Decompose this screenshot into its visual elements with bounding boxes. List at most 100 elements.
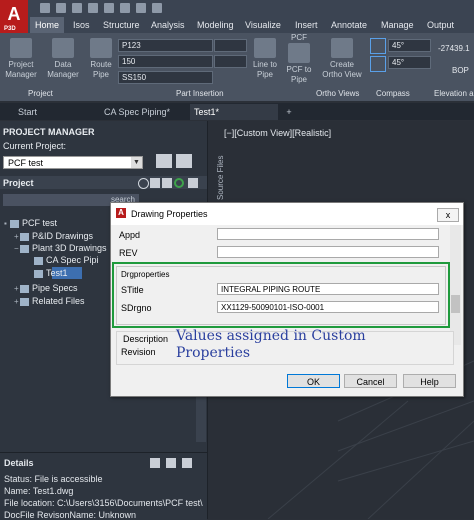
drawing-icon [34,256,43,265]
details-properties-icon[interactable] [166,458,176,468]
tab-insert[interactable]: Insert [290,17,323,33]
search-icon[interactable] [138,178,149,189]
rev-label: REV [119,248,138,258]
doc-tab-ca-spec-piping[interactable]: CA Spec Piping* [104,104,190,120]
viewport-controls[interactable]: [−][Custom View][Realistic] [224,128,331,138]
folder-icon [20,297,29,306]
size-filter-select[interactable] [214,55,247,68]
folder-icon [20,232,29,241]
rev-field[interactable] [217,246,439,258]
panel-label-elevation: Elevation a [434,89,474,98]
save-as-icon[interactable] [88,3,98,13]
tab-home[interactable]: Home [30,17,65,33]
drawing-icon [34,269,43,278]
highlight-box [112,262,450,328]
save-icon[interactable] [72,3,82,13]
undo-icon[interactable] [136,3,146,13]
tab-annotate[interactable]: Annotate [326,17,372,33]
tab-output[interactable]: Output [422,17,459,33]
line-to-pipe-button[interactable]: Line to Pipe [248,38,282,80]
copy-drawing-icon[interactable] [162,178,172,188]
new-icon[interactable] [40,3,50,13]
folder-icon [20,244,29,253]
tab-analysis[interactable]: Analysis [146,17,190,33]
tree-item-pid-drawings[interactable]: + P&ID Drawings [14,231,93,241]
current-project-label: Current Project: [3,141,67,151]
size-select[interactable]: 150 [118,55,213,68]
project-settings-icon[interactable] [176,154,192,168]
open-icon[interactable] [56,3,66,13]
revision-label: Revision [121,347,156,357]
route-pipe-button[interactable]: Route Pipe [86,38,116,80]
tab-isos[interactable]: Isos [68,17,95,33]
compass-toggle-icon[interactable] [370,38,386,54]
tab-manage[interactable]: Manage [376,17,419,33]
doc-tab-test1[interactable]: Test1* [190,104,278,120]
project-section-label: Project [3,178,34,188]
create-ortho-view-button[interactable]: Create Ortho View [322,38,362,80]
autocad-icon: A [116,208,126,218]
redo-icon[interactable] [152,3,162,13]
project-manager-button[interactable]: Project Manager [2,38,40,80]
appd-field[interactable] [217,228,439,240]
project-manager-icon [10,38,32,58]
cancel-button[interactable]: Cancel [344,374,397,388]
close-button[interactable]: x [437,208,459,222]
scrollbar-thumb[interactable] [451,295,460,313]
help-button[interactable]: Help [403,374,456,388]
project-icon [10,219,19,228]
ok-button[interactable]: OK [287,374,340,388]
details-name: Name: Test1.dwg [4,486,74,496]
plot-icon[interactable] [120,3,130,13]
description-label: Description [123,334,169,344]
data-manager-icon [52,38,74,58]
route-pipe-icon [90,38,112,58]
spec-filter-select[interactable] [214,39,247,52]
details-history-icon[interactable] [182,458,192,468]
ortho-view-icon [331,38,353,58]
appd-label: Appd [119,230,141,240]
pipe-spec-select[interactable]: SS150 [118,71,213,84]
annotation-text: Values assigned in Custom Properties [176,328,366,361]
panel-label-compass: Compass [376,89,410,98]
refresh-icon[interactable] [174,178,184,188]
print-icon[interactable] [104,3,114,13]
compass-angle-2[interactable]: 45° [388,56,431,69]
chevron-down-icon: ▼ [131,157,142,168]
details-status: Status: File is accessible [4,474,103,484]
tree-item-test1[interactable]: Test1 [34,268,68,278]
app-logo-icon[interactable]: A P3D [0,0,28,34]
tree-item-ca-spec-piping[interactable]: CA Spec Pipi [34,255,99,265]
elevation-value[interactable]: -27439.1 [438,44,470,53]
data-manager-button[interactable]: Data Manager [44,38,82,80]
line-to-pipe-icon [254,38,276,58]
tree-item-pipe-specs[interactable]: + Pipe Specs [14,283,78,293]
print-project-icon[interactable] [156,154,172,168]
new-drawing-icon[interactable] [150,178,160,188]
tab-modeling[interactable]: Modeling [192,17,239,33]
tab-structure[interactable]: Structure [98,17,145,33]
tree-item-plant-3d-drawings[interactable]: − Plant 3D Drawings [14,243,107,253]
source-files-tab[interactable]: Source Files [216,156,225,200]
details-view-icon[interactable] [150,458,160,468]
bop-button[interactable]: BOP [452,66,469,75]
doc-tab-start[interactable]: Start [18,104,98,120]
folder-icon [20,284,29,293]
compass-snap-icon[interactable] [370,56,386,72]
pcf-to-pipe-icon [288,43,310,63]
dialog-title-bar[interactable]: A Drawing Properties x [111,203,463,225]
spec-select[interactable]: P123 [118,39,213,52]
compass-angle-1[interactable]: 45° [388,39,431,52]
dialog-title: Drawing Properties [131,209,208,219]
tab-visualize[interactable]: Visualize [240,17,286,33]
details-location: File location: C:\Users\3156\Documents\P… [4,498,203,508]
pcf-to-pipe-button[interactable]: PCF PCF to Pipe [284,33,314,85]
tree-item-related-files[interactable]: + Related Files [14,296,85,306]
dialog-scrollbar[interactable] [450,225,461,345]
current-project-select[interactable]: PCF test ▼ [3,156,143,169]
panel-label-project: Project [28,89,53,98]
new-tab-button[interactable]: + [282,104,296,120]
project-manager-title: PROJECT MANAGER [3,127,95,137]
project-options-icon[interactable] [188,178,198,188]
tree-item-pcf-test[interactable]: ▪ PCF test [4,218,57,228]
